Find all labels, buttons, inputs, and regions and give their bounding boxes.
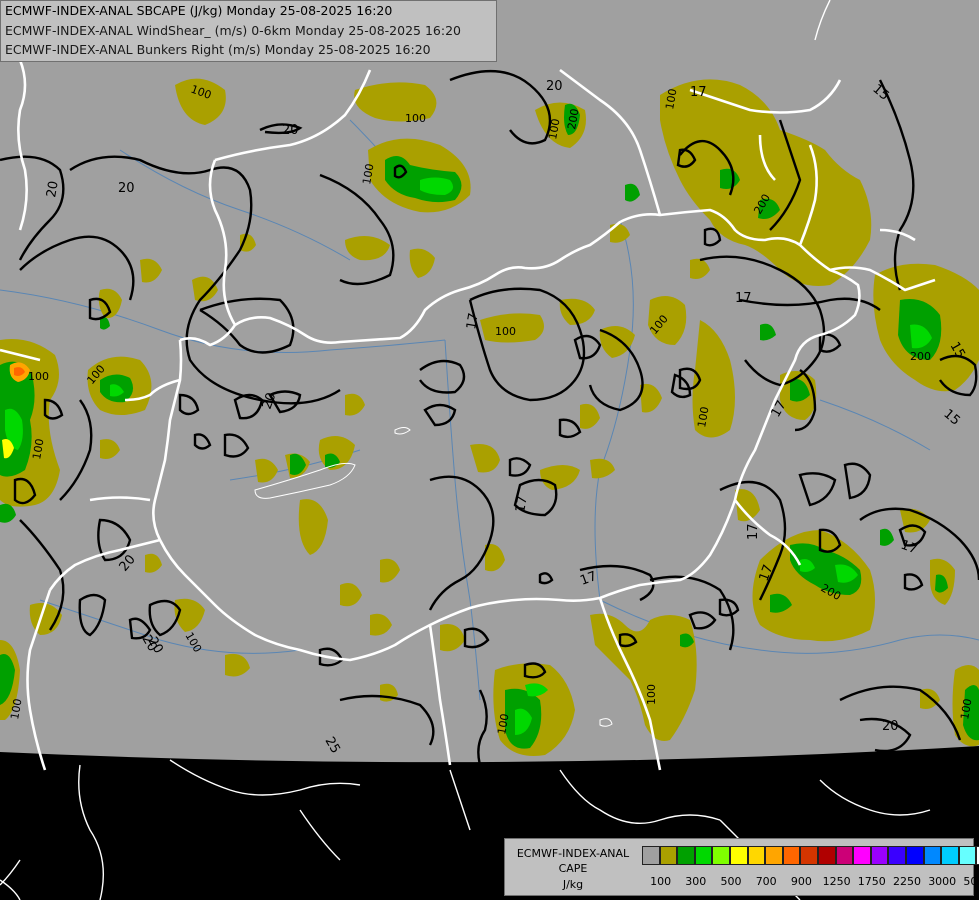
legend-tick-label: 500 [720,875,742,888]
header-bunkers-line: ECMWF-INDEX-ANAL Bunkers Right (m/s) Mon… [5,42,431,57]
legend-swatch [923,846,942,865]
legend-swatch [853,846,871,865]
shear-label: 20 [44,180,62,199]
shear-label: 17 [513,495,531,514]
legend-swatch [729,846,748,865]
cape-legend: ECMWF-INDEX-ANAL CAPE J/kg 100 300 500 700 9… [504,838,979,896]
legend-tick-label: 5000 [963,875,979,888]
legend-title-variable: CAPE [558,862,588,875]
legend-swatch [958,846,977,865]
legend-swatch [817,846,836,865]
legend-swatch [905,846,924,865]
legend-tick-labels: 100 300 500 700 900 1250 1750 2250 3000 5000 [642,875,979,889]
shear-label: 17 [464,312,482,331]
legend-swatch [782,846,801,865]
legend-swatch [677,846,695,865]
legend-swatch [747,846,766,865]
cape-label: 100 [495,325,516,338]
cape-label: 100 [405,112,426,125]
shear-label: 20 [282,123,299,138]
legend-swatch [765,846,783,865]
shear-label: 17 [746,523,761,540]
legend-swatch [870,846,889,865]
legend-tick-label: 700 [755,875,777,888]
map-header: ECMWF-INDEX-ANAL SBCAPE (J/kg) Monday 25… [0,0,497,62]
cape-label: 100 [645,684,658,705]
shear-label: 20 [546,79,563,94]
shear-label: 20 [118,181,135,196]
legend-tick-label: 1250 [822,875,851,888]
legend-swatch [800,846,818,865]
legend-title-source: ECMWF-INDEX-ANAL [516,847,630,860]
legend-tick-label: 2250 [893,875,921,888]
legend-tick-label: 1750 [857,875,886,888]
header-sbcape-line: ECMWF-INDEX-ANAL SBCAPE (J/kg) Monday 25… [5,3,393,18]
legend-swatch [642,846,660,865]
legend-color-scale [642,846,979,865]
legend-tick-label: 3000 [928,875,957,888]
legend-tick-label: 300 [685,875,707,888]
shear-label: 17 [690,85,707,100]
legend-tick-label: 100 [650,875,672,888]
weather-map: 100 100 100 100 100 100 100 100 100 100 … [0,0,979,900]
legend-swatch [712,846,730,865]
legend-swatch [835,846,854,865]
cape-label: 100 [28,370,49,383]
header-windshear-line: ECMWF-INDEX-ANAL WindShear_ (m/s) 0-6km … [5,23,461,38]
shear-label: 20 [882,719,899,734]
legend-swatch [659,846,678,865]
legend-swatch [941,846,959,865]
shear-label: 17 [735,291,752,306]
legend-swatch [694,846,713,865]
cape-label: 200 [910,350,931,363]
legend-title-unit: J/kg [562,878,584,891]
legend-tick-label: 900 [790,875,812,888]
legend-swatch [888,846,906,865]
